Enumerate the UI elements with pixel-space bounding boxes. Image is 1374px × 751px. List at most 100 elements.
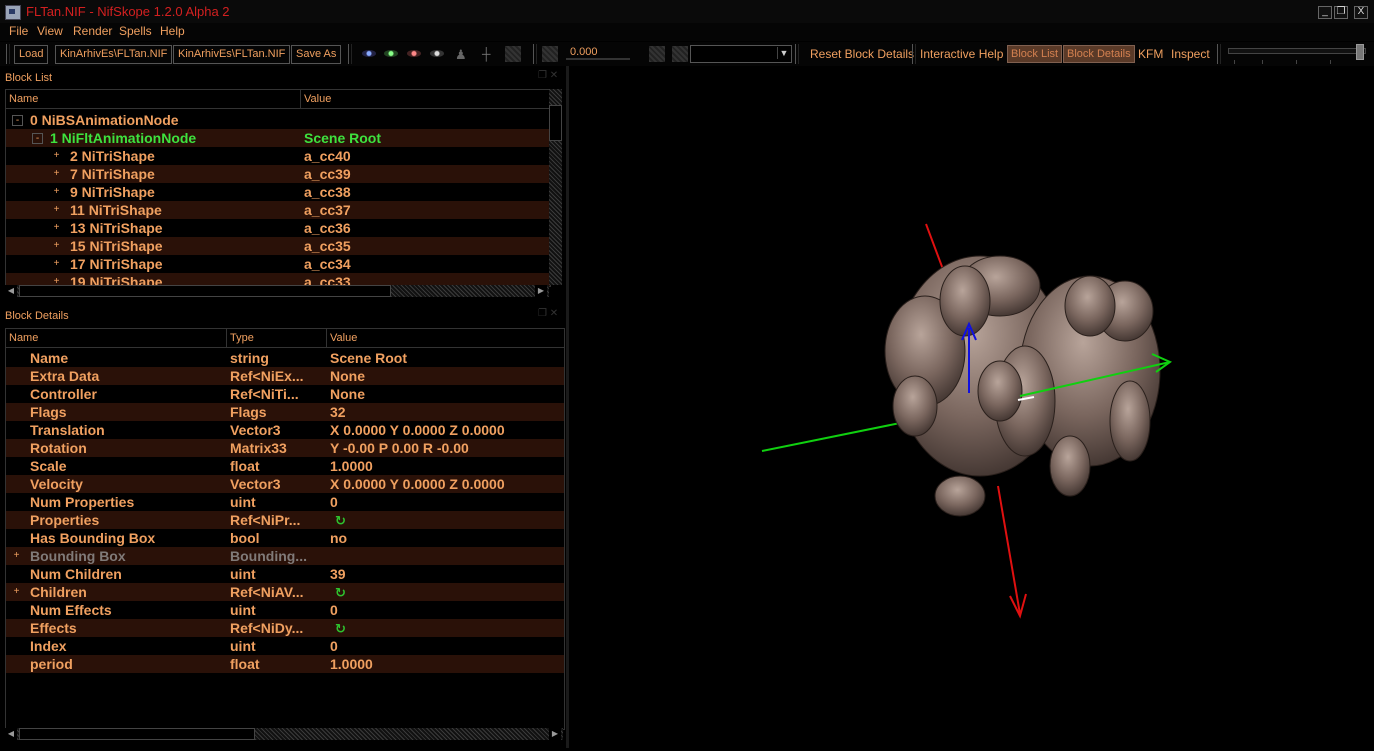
column-header-value[interactable]: Value [301,90,550,108]
field-value[interactable]: ↻ [330,619,562,638]
dock-float-close-icon[interactable]: ❐ ✕ [538,308,558,319]
load-path-field[interactable]: KinArhivEs\FLTan.NIF [55,45,173,64]
collapse-icon[interactable]: - [32,133,43,144]
field-value[interactable]: 0 [330,637,562,655]
expand-icon[interactable]: + [52,187,61,197]
switch-icon[interactable] [672,46,688,62]
loop-icon[interactable] [649,46,665,62]
interactive-help-button[interactable]: Interactive Help [916,46,1007,62]
dock-splitter[interactable] [566,66,569,748]
eye-red-icon[interactable] [407,50,421,57]
column-header-value[interactable]: Value [327,329,564,347]
menu-help[interactable]: Help [160,24,185,38]
field-value[interactable]: Y -0.00 P 0.00 R -0.00 [330,439,562,457]
block-details-toggle[interactable]: Block Details [1063,45,1135,63]
tree-row[interactable]: +13 NiTriShape a_cc36 [6,219,550,237]
field-value[interactable]: None [330,367,562,385]
scrollbar-thumb[interactable] [19,728,255,740]
kfm-button[interactable]: KFM [1134,46,1167,62]
tree-row[interactable]: -0 NiBSAnimationNode [6,111,550,129]
expand-icon[interactable]: + [52,241,61,251]
field-value[interactable]: ↻ [330,583,562,602]
axes-icon[interactable]: ┼ [482,47,491,61]
expand-icon[interactable]: + [52,151,61,161]
scrollbar-thumb[interactable] [19,285,391,297]
menu-render[interactable]: Render [73,24,112,38]
lighting-icon[interactable] [505,46,521,62]
detail-row[interactable]: Num Properties uint 0 [6,493,564,511]
column-header-name[interactable]: Name [6,90,301,108]
field-value[interactable]: X 0.0000 Y 0.0000 Z 0.0000 [330,475,562,493]
tree-row[interactable]: +2 NiTriShape a_cc40 [6,147,550,165]
save-as-button[interactable]: Save As [291,45,342,64]
detail-row[interactable]: + Children Ref<NiAV... ↻ [6,583,564,601]
field-value[interactable]: 1.0000 [330,457,562,475]
collapse-icon[interactable]: - [12,115,23,126]
menu-spells[interactable]: Spells [119,24,152,38]
zoom-slider-handle[interactable] [1356,44,1364,60]
detail-row[interactable]: Controller Ref<NiTi... None [6,385,564,403]
detail-row[interactable]: + Bounding Box Bounding... [6,547,564,565]
detail-row[interactable]: Rotation Matrix33 Y -0.00 P 0.00 R -0.00 [6,439,564,457]
field-value[interactable]: 39 [330,565,562,583]
field-value[interactable]: 32 [330,403,562,421]
field-value[interactable]: None [330,385,562,403]
expand-icon[interactable]: + [52,205,61,215]
field-value[interactable]: 0 [330,601,562,619]
block-list-hscroll[interactable]: ◀ ▶ [5,285,549,297]
detail-row[interactable]: Effects Ref<NiDy... ↻ [6,619,564,637]
close-button[interactable]: X [1354,6,1368,19]
menu-file[interactable]: File [9,24,28,38]
menu-view[interactable]: View [37,24,63,38]
scroll-left-icon[interactable]: ◀ [5,728,17,740]
detail-row[interactable]: period float 1.0000 [6,655,564,673]
field-value[interactable]: X 0.0000 Y 0.0000 Z 0.0000 [330,421,562,439]
scroll-left-icon[interactable]: ◀ [5,285,17,297]
chevron-down-icon[interactable]: ▼ [777,47,790,59]
detail-row[interactable]: Num Children uint 39 [6,565,564,583]
scrollbar-thumb[interactable] [549,105,562,141]
detail-row[interactable]: Name string Scene Root [6,349,564,367]
detail-row[interactable]: Translation Vector3 X 0.0000 Y 0.0000 Z 0.… [6,421,564,439]
detail-row[interactable]: Velocity Vector3 X 0.0000 Y 0.0000 Z 0.000… [6,475,564,493]
detail-row[interactable]: Num Effects uint 0 [6,601,564,619]
expand-icon[interactable]: + [52,259,61,269]
column-header-type[interactable]: Type [227,329,327,347]
tree-row[interactable]: +7 NiTriShape a_cc39 [6,165,550,183]
save-path-field[interactable]: KinArhivEs\FLTan.NIF [173,45,291,64]
render-viewport[interactable] [570,66,1374,748]
detail-row[interactable]: Has Bounding Box bool no [6,529,564,547]
figure-icon[interactable]: ♟ [455,47,467,63]
animation-combo[interactable]: ▼ [690,45,792,63]
detail-row[interactable]: Extra Data Ref<NiEx... None [6,367,564,385]
field-value[interactable]: 0 [330,493,562,511]
detail-row[interactable]: Index uint 0 [6,637,564,655]
tree-row[interactable]: +11 NiTriShape a_cc37 [6,201,550,219]
scene-render[interactable] [570,66,1374,748]
eye-white-icon[interactable] [430,50,444,57]
block-list-toggle[interactable]: Block List [1007,45,1063,63]
eye-green-icon[interactable] [384,50,398,57]
field-value[interactable]: 1.0000 [330,655,562,673]
tree-row[interactable]: +9 NiTriShape a_cc38 [6,183,550,201]
field-value[interactable]: ↻ [330,511,562,530]
block-list-vscroll[interactable] [549,89,562,285]
scroll-right-icon[interactable]: ▶ [535,285,547,297]
field-value[interactable]: Scene Root [330,349,562,367]
detail-row[interactable]: Flags Flags 32 [6,403,564,421]
load-button[interactable]: Load [14,45,49,64]
field-value[interactable]: no [330,529,562,547]
eye-blue-icon[interactable] [362,50,376,57]
tree-row[interactable]: +17 NiTriShape a_cc34 [6,255,550,273]
play-icon[interactable] [542,46,558,62]
expand-icon[interactable]: + [52,169,61,179]
scroll-right-icon[interactable]: ▶ [549,728,561,740]
time-slider[interactable] [566,58,630,60]
expand-icon[interactable]: + [12,587,21,597]
detail-row[interactable]: Scale float 1.0000 [6,457,564,475]
reset-block-details-button[interactable]: Reset Block Details [806,46,918,62]
detail-row[interactable]: Properties Ref<NiPr... ↻ [6,511,564,529]
zoom-slider[interactable] [1228,48,1366,54]
tree-row[interactable]: -1 NiFltAnimationNode Scene Root [6,129,550,147]
expand-icon[interactable]: + [12,551,21,561]
